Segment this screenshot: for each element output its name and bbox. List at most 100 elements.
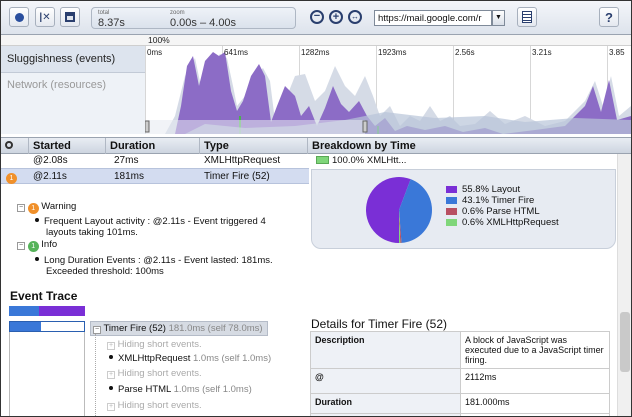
trace-bar-timer — [9, 306, 39, 316]
hidden-events-label: Hiding short events. — [117, 400, 202, 411]
warning-text-1: Frequent Layout activity : @2.11s - Even… — [44, 216, 266, 227]
table-row-selected[interactable]: 1 @2.11s 181ms Timer Fire (52) — [1, 168, 309, 184]
details-value: 181.000ms — [460, 393, 610, 414]
expand-toggle[interactable]: + — [107, 371, 115, 379]
help-button[interactable]: ? — [599, 7, 619, 27]
zoom-fit-button[interactable]: ↔ — [345, 7, 365, 27]
trace-root-meta: 181.0ms (self 78.0ms) — [168, 323, 263, 334]
row-type: XMLHttpRequest — [204, 155, 281, 166]
tick-label: 3.85 — [609, 48, 625, 57]
trace-child-meta: 1.0ms (self 1.0ms) — [173, 384, 252, 395]
info-group[interactable]: − 1 Info — [17, 239, 57, 252]
col-started[interactable]: Started — [29, 138, 106, 154]
bullet-icon — [109, 355, 113, 359]
row-duration: 27ms — [114, 155, 139, 166]
hint-badge: 1 — [6, 171, 17, 184]
details-key: Description — [310, 331, 461, 369]
zoom-in-button[interactable]: + — [326, 7, 346, 27]
row-started: @2.11s — [33, 171, 67, 182]
legend-item: 55.8% Layout — [446, 184, 559, 195]
warning-item: Frequent Layout activity : @2.11s - Even… — [35, 216, 266, 227]
total-value: 8.37s — [98, 17, 125, 29]
tick-label: 3.21s — [532, 48, 552, 57]
breakdown-legend: 55.8% Layout 43.1% Timer Fire 0.6% Parse… — [446, 184, 559, 228]
details-value: 2112ms — [460, 368, 610, 394]
legend-swatch — [446, 208, 457, 215]
trace-child-name: XMLHttpRequest — [118, 353, 191, 364]
network-label[interactable]: Network (resources) — [1, 73, 145, 134]
tick-label: 641ms — [224, 48, 249, 57]
save-icon — [65, 12, 75, 22]
report-icon — [522, 11, 532, 23]
tick-label: 1923ms — [378, 48, 407, 57]
zoom-out-icon: − — [310, 10, 324, 24]
details-value: 52 — [460, 413, 610, 416]
overview-percent: 100% — [148, 35, 170, 45]
sluggishness-graph — [145, 52, 631, 134]
table-row[interactable]: @2.08s 27ms XMLHttpRequest — [1, 154, 309, 169]
zoom-label: zoom — [170, 10, 185, 16]
save-button[interactable] — [60, 7, 80, 27]
collapse-toggle[interactable]: − — [93, 326, 101, 334]
details-scrollbar[interactable] — [617, 154, 631, 416]
zoom-out-button[interactable]: − — [307, 7, 327, 27]
scrollbar-thumb[interactable] — [620, 312, 630, 372]
url-select[interactable]: https://mail.google.com/r — [374, 10, 492, 26]
record-icon — [14, 12, 24, 22]
trace-root-name: Timer Fire (52) — [103, 323, 166, 334]
trace-child[interactable]: Parse HTML 1.0ms (self 1.0ms) — [109, 384, 252, 395]
bullet-icon — [35, 257, 39, 261]
search-icon — [5, 141, 13, 149]
details-value: A block of JavaScript was executed due t… — [460, 331, 610, 369]
legend-swatch — [446, 219, 457, 226]
details-table: Description A block of JavaScript was ex… — [310, 331, 610, 416]
col-type[interactable]: Type — [200, 138, 308, 154]
report-button[interactable] — [517, 7, 537, 27]
trace-root[interactable]: − Timer Fire (52) 181.0ms (self 78.0ms) — [90, 321, 268, 336]
collapse-toggle[interactable]: − — [17, 204, 25, 212]
legend-swatch — [446, 186, 457, 193]
zoom-in-icon: + — [329, 10, 343, 24]
trace-column — [9, 332, 85, 416]
hidden-events-label: Hiding short events. — [117, 339, 202, 350]
legend-label: 43.1% Timer Fire — [462, 195, 535, 206]
search-header-button[interactable] — [1, 138, 29, 154]
record-button[interactable] — [9, 7, 29, 27]
tick-label: 2.56s — [455, 48, 475, 57]
collapse-toggle[interactable]: − — [17, 242, 25, 250]
tick-label: 1282ms — [301, 48, 330, 57]
hidden-events[interactable]: + Hiding short events. — [107, 368, 202, 379]
clear-button[interactable]: |✕ — [35, 7, 55, 27]
breakdown-swatch — [316, 156, 329, 164]
overview-zoom-bar: 100% — [1, 35, 631, 46]
col-duration[interactable]: Duration — [106, 138, 200, 154]
row-type: Timer Fire (52) — [204, 171, 270, 182]
sluggishness-label[interactable]: Sluggishness (events) — [1, 46, 145, 73]
row-breakdown-text: 100.0% XMLHtt... — [332, 155, 407, 166]
legend-label: 55.8% Layout — [462, 184, 521, 195]
trace-child[interactable]: XMLHttpRequest 1.0ms (self 1.0ms) — [109, 353, 271, 364]
info-text-2: Exceeded threshold: 100ms — [46, 266, 164, 277]
details-row: Duration 181.000ms — [310, 393, 610, 414]
info-count: 1 — [27, 241, 39, 252]
expand-toggle[interactable]: + — [107, 403, 115, 411]
expand-toggle[interactable]: + — [107, 342, 115, 350]
hint-count: 1 — [6, 173, 17, 184]
col-breakdown[interactable]: Breakdown by Time — [308, 138, 617, 154]
legend-label: 0.6% Parse HTML — [462, 206, 540, 217]
details-row: @ 2112ms — [310, 368, 610, 394]
hidden-events[interactable]: + Hiding short events. — [107, 400, 202, 411]
time-readout: total 8.37s zoom 0.00s – 4.00s — [91, 7, 296, 29]
zoom-value: 0.00s – 4.00s — [170, 17, 237, 29]
warning-count: 1 — [27, 203, 39, 214]
chevron-down-icon: ▼ — [495, 14, 502, 21]
overview-labels: Sluggishness (events) Network (resources… — [1, 46, 145, 134]
warning-group[interactable]: − 1 Warning — [17, 201, 76, 214]
clear-icon: |✕ — [39, 11, 51, 23]
legend-item: 0.6% Parse HTML — [446, 206, 559, 217]
row-started: @2.08s — [33, 155, 68, 166]
overview-graph[interactable]: 0ms 641ms 1282ms 1923ms 2.56s 3.21s 3.85 — [145, 46, 631, 134]
breakdown-pie-chart — [366, 176, 432, 243]
hidden-events[interactable]: + Hiding short events. — [107, 339, 202, 350]
url-dropdown-button[interactable]: ▼ — [492, 10, 505, 26]
